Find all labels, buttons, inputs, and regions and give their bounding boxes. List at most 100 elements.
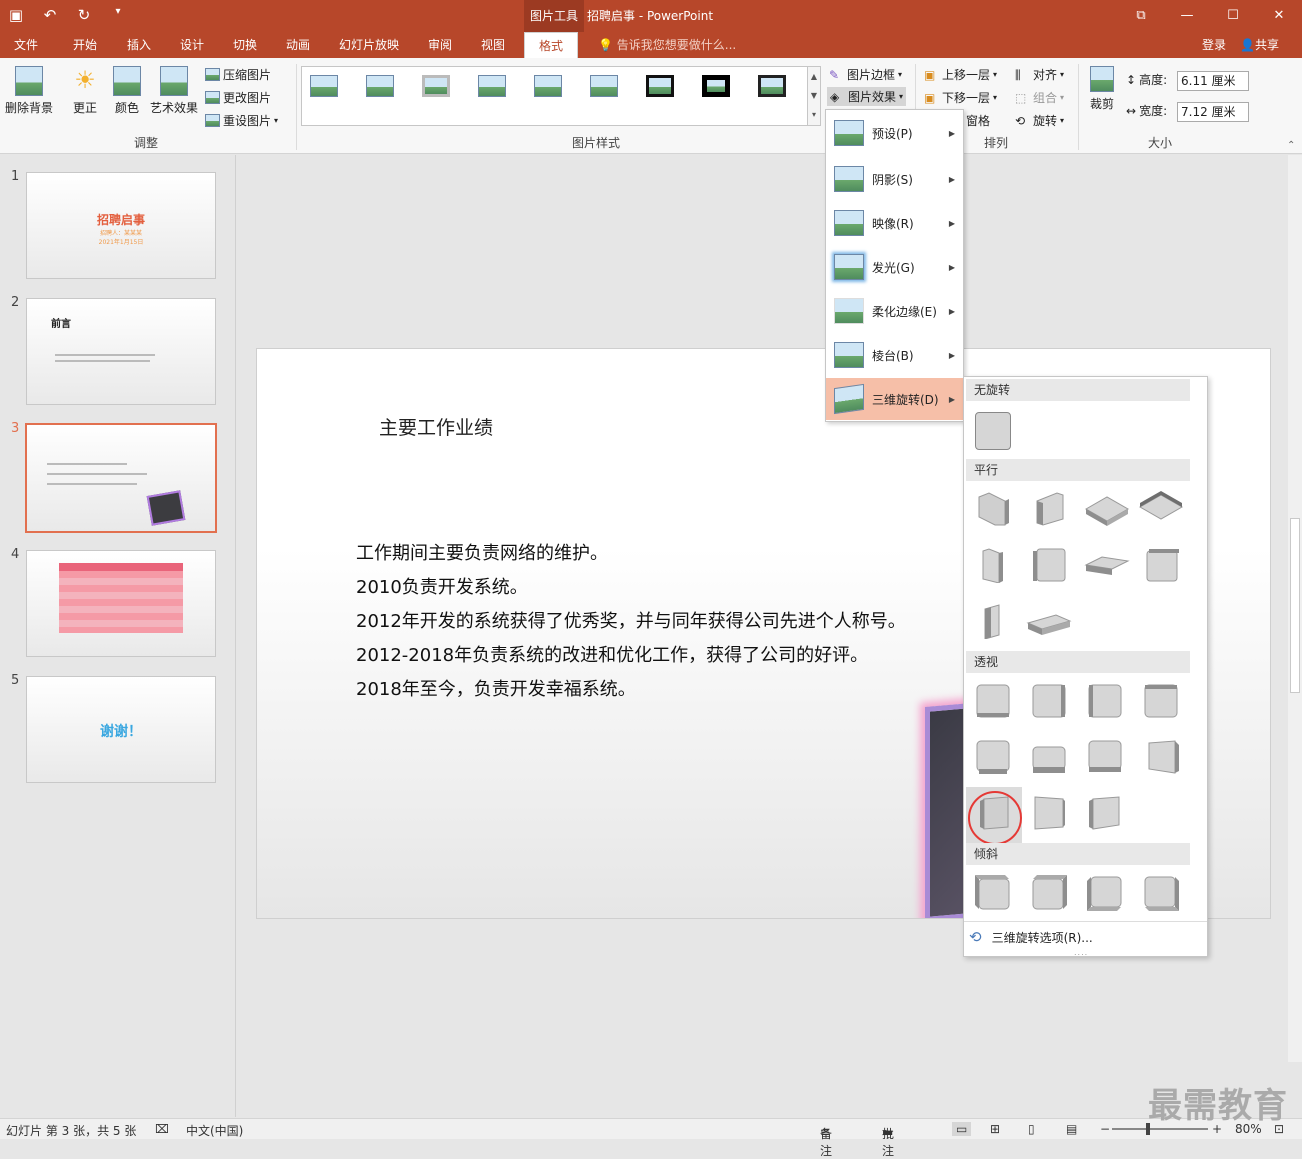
tab-home[interactable]: 开始 — [73, 32, 97, 58]
collapse-ribbon-icon[interactable]: ⌃ — [1287, 140, 1295, 151]
language-indicator[interactable]: 中文(中国) — [186, 1122, 243, 1139]
artistic-effects-button[interactable]: 艺术效果 — [149, 66, 199, 116]
style-thumb[interactable] — [310, 75, 338, 97]
rotation-option-perspective[interactable] — [975, 739, 1011, 775]
style-thumb[interactable] — [422, 75, 450, 97]
spellcheck-icon[interactable]: ⌧ — [155, 1122, 169, 1136]
rotation-option-parallel[interactable] — [1031, 491, 1067, 527]
rotate-button[interactable]: ⟲ 旋转 ▾ — [1015, 112, 1064, 129]
rotation-option-parallel[interactable] — [1138, 491, 1184, 527]
rotation-option-perspective[interactable] — [1145, 739, 1181, 775]
style-thumb[interactable] — [534, 75, 562, 97]
style-thumb[interactable] — [366, 75, 394, 97]
undo-icon[interactable]: ↶ — [40, 6, 60, 24]
tab-insert[interactable]: 插入 — [127, 32, 151, 58]
rotation-option-none[interactable] — [975, 412, 1011, 450]
style-thumb[interactable] — [758, 75, 786, 97]
remove-background-button[interactable]: 删除背景 — [4, 66, 54, 116]
rotation-option-perspective-selected[interactable] — [966, 787, 1022, 845]
slide-thumbnail-5[interactable]: 谢谢！ — [26, 676, 216, 783]
menu-item-bevel[interactable]: 棱台(B) ▶ — [826, 334, 963, 376]
tab-file[interactable]: 文件 — [14, 32, 38, 58]
slide-title[interactable]: 主要工作业绩 — [379, 413, 493, 440]
slide-thumbnail-1[interactable]: 招聘启事 招聘人：某某某 2021年1月15日 — [26, 172, 216, 279]
tab-transitions[interactable]: 切换 — [233, 32, 257, 58]
rotation-option-perspective[interactable] — [1143, 683, 1179, 719]
rotation-option-parallel[interactable] — [1145, 547, 1181, 583]
tab-animations[interactable]: 动画 — [286, 32, 310, 58]
slide-thumbnail-3[interactable] — [25, 423, 217, 533]
rotation-option-perspective[interactable] — [1031, 739, 1067, 775]
maximize-icon[interactable]: ☐ — [1210, 0, 1256, 32]
reading-view-icon[interactable]: ▯ — [1028, 1122, 1035, 1136]
tab-view[interactable]: 视图 — [481, 32, 505, 58]
reset-picture-button[interactable]: 重设图片 ▾ — [205, 112, 278, 129]
rotation-option-parallel[interactable] — [977, 547, 1013, 584]
rotation-option-parallel[interactable] — [1031, 547, 1067, 583]
zoom-out-icon[interactable]: − — [1100, 1122, 1110, 1136]
bullet-line[interactable]: 2012-2018年负责系统的改进和优化工作，获得了公司的好评。 — [356, 641, 868, 667]
width-input[interactable]: 7.12 厘米 — [1177, 102, 1249, 122]
rotation-option-parallel[interactable] — [1084, 547, 1130, 583]
menu-item-glow[interactable]: 发光(G) ▶ — [826, 246, 963, 288]
corrections-button[interactable]: ☀ 更正 — [70, 66, 100, 116]
tab-review[interactable]: 审阅 — [428, 32, 452, 58]
gallery-scroll[interactable]: ▲ ▼ ▾ — [807, 66, 821, 126]
close-icon[interactable]: ✕ — [1256, 0, 1302, 32]
rotation-option-perspective[interactable] — [1031, 795, 1067, 831]
save-icon[interactable]: ▣ — [6, 6, 26, 24]
height-input[interactable]: 6.11 厘米 — [1177, 71, 1249, 91]
rotation-option-perspective[interactable] — [1087, 739, 1123, 775]
menu-item-reflection[interactable]: 映像(R) ▶ — [826, 202, 963, 244]
style-thumb[interactable] — [702, 75, 730, 97]
ribbon-display-icon[interactable]: ⧉ — [1118, 0, 1164, 32]
compress-pictures-button[interactable]: 压缩图片 — [205, 66, 271, 83]
menu-item-3d-rotation[interactable]: 三维旋转(D) ▶ — [826, 378, 963, 420]
vertical-scrollbar[interactable] — [1288, 155, 1302, 1062]
rotation-option-perspective[interactable] — [1087, 683, 1123, 719]
align-button[interactable]: ⫼ 对齐 ▾ — [1015, 66, 1064, 83]
rotation-option-oblique[interactable] — [1087, 875, 1123, 911]
share-button[interactable]: 👤共享 — [1240, 32, 1279, 58]
rotation-option-parallel[interactable] — [977, 603, 1013, 640]
scrollbar-thumb[interactable] — [1290, 518, 1300, 693]
send-backward-button[interactable]: ▣ 下移一层 ▾ — [924, 89, 997, 106]
slide-thumbnail-4[interactable] — [26, 550, 216, 657]
slide-sorter-icon[interactable]: ⊞ — [990, 1122, 1000, 1136]
menu-item-shadow[interactable]: 阴影(S) ▶ — [826, 158, 963, 200]
group-objects-button[interactable]: ⬚ 组合 ▾ — [1015, 89, 1064, 106]
menu-item-soft-edges[interactable]: 柔化边缘(E) ▶ — [826, 290, 963, 332]
change-picture-button[interactable]: 更改图片 — [205, 89, 271, 106]
menu-item-preset[interactable]: 预设(P) ▶ — [826, 112, 963, 154]
redo-icon[interactable]: ↻ — [74, 6, 94, 24]
crop-button[interactable]: 裁剪 — [1088, 66, 1116, 112]
rotation-option-oblique[interactable] — [1143, 875, 1179, 911]
minimize-icon[interactable]: — — [1164, 0, 1210, 32]
resize-grip[interactable]: .... — [1074, 948, 1088, 957]
slideshow-icon[interactable]: ▤ — [1066, 1122, 1077, 1136]
tab-format[interactable]: 格式 — [524, 32, 579, 58]
style-thumb[interactable] — [646, 75, 674, 97]
bullet-line[interactable]: 2012年开发的系统获得了优秀奖，并与同年获得公司先进个人称号。 — [356, 607, 906, 633]
rotation-option-parallel[interactable] — [975, 491, 1011, 527]
color-button[interactable]: 颜色 — [112, 66, 142, 116]
rotation-option-perspective[interactable] — [1031, 683, 1067, 719]
tell-me-box[interactable]: 💡 告诉我您想要做什么... — [598, 32, 736, 58]
rotation-option-parallel[interactable] — [1026, 603, 1072, 639]
customize-qat-icon[interactable]: ▾ — [108, 6, 128, 24]
tab-design[interactable]: 设计 — [180, 32, 204, 58]
bullet-line[interactable]: 2010负责开发系统。 — [356, 573, 528, 599]
selection-pane-button[interactable]: 窗格 — [966, 112, 990, 129]
bullet-line[interactable]: 工作期间主要负责网络的维护。 — [356, 539, 608, 565]
rotation-option-oblique[interactable] — [975, 875, 1011, 911]
3d-rotation-options-item[interactable]: ⟲ 三维旋转选项(R)... — [969, 928, 1093, 946]
bring-forward-button[interactable]: ▣ 上移一层 ▾ — [924, 66, 997, 83]
rotation-option-oblique[interactable] — [1031, 875, 1067, 911]
login-link[interactable]: 登录 — [1202, 32, 1226, 58]
tab-slideshow[interactable]: 幻灯片放映 — [339, 32, 399, 58]
slide-thumbnail-2[interactable]: 前言 — [26, 298, 216, 405]
rotation-option-perspective[interactable] — [1087, 795, 1123, 831]
rotation-option-parallel[interactable] — [1084, 491, 1130, 527]
bullet-line[interactable]: 2018年至今，负责开发幸福系统。 — [356, 675, 636, 701]
rotation-option-perspective[interactable] — [975, 683, 1011, 719]
